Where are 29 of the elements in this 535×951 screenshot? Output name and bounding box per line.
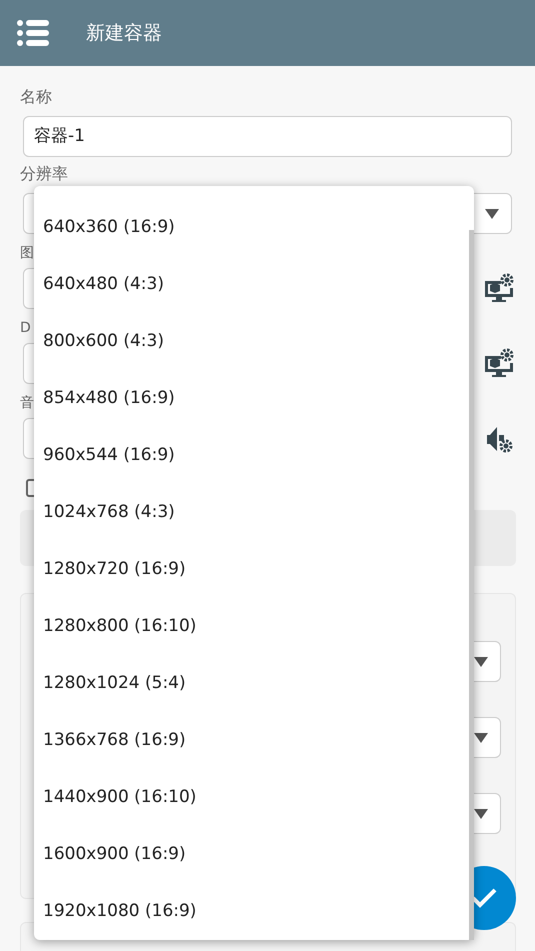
dropdown-option[interactable]: 1280x800 (16:10): [34, 598, 467, 655]
monitor-gear-icon: [483, 272, 515, 304]
monitor-gear-icon: [483, 348, 515, 380]
dropdown-option[interactable]: 640x360 (16:9): [34, 199, 467, 256]
caret-icon: [474, 656, 488, 666]
dropdown-option[interactable]: 960x544 (16:9): [34, 427, 467, 484]
field-label: 分辨率: [20, 163, 69, 185]
field-label: 图: [20, 244, 34, 263]
dropdown-option[interactable]: 800x600 (4:3): [34, 313, 467, 370]
caret-icon: [485, 208, 499, 218]
dropdown-option[interactable]: 1280x720 (16:9): [34, 541, 467, 598]
caret-icon: [474, 732, 488, 742]
check-icon: [471, 888, 497, 908]
field-label: D: [20, 319, 31, 338]
dropdown-option[interactable]: 640x480 (4:3): [34, 256, 467, 313]
scrollbar[interactable]: [469, 230, 474, 940]
dropdown-option[interactable]: 1440x900 (16:10): [34, 769, 467, 826]
name-field[interactable]: 容器-1: [23, 116, 512, 157]
dropdown-option[interactable]: 1024x768 (4:3): [34, 484, 467, 541]
dropdown-option[interactable]: 1366x768 (16:9): [34, 712, 467, 769]
field-label: 名称: [20, 86, 53, 108]
caret-icon: [474, 808, 488, 818]
field-label: 音: [20, 394, 34, 413]
dropdown-option[interactable]: 854x480 (16:9): [34, 370, 467, 427]
dropdown-option[interactable]: 1600x900 (16:9): [34, 826, 467, 883]
dropdown-option[interactable]: 1280x1024 (5:4): [34, 655, 467, 712]
dropdown-option[interactable]: 1920x1080 (16:9): [34, 883, 467, 940]
menu-icon[interactable]: [17, 20, 49, 46]
page-title: 新建容器: [86, 20, 162, 46]
